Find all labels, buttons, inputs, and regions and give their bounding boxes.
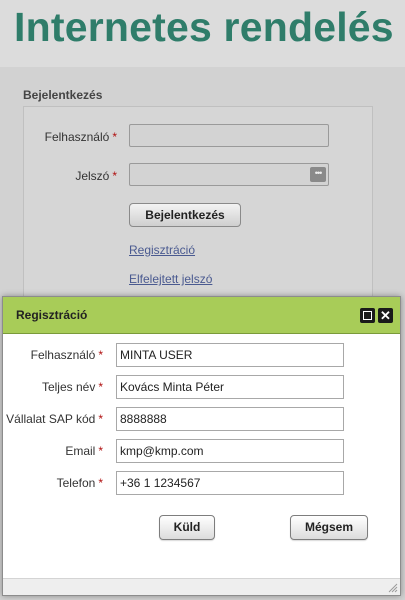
required-marker: * xyxy=(98,476,103,490)
sap-code-field[interactable]: 8888888 xyxy=(116,407,344,431)
site-title: Internetes rendelés xyxy=(14,4,394,50)
resize-grip-icon[interactable] xyxy=(388,583,398,593)
site-header: Internetes rendelés xyxy=(0,0,405,67)
password-label: Jelszó * xyxy=(75,169,117,183)
required-marker: * xyxy=(98,412,103,426)
field-label: Telefon * xyxy=(56,476,103,490)
field-label: Felhasználó * xyxy=(30,348,103,362)
register-link[interactable]: Regisztráció xyxy=(129,243,195,257)
username-label: Felhasználó * xyxy=(44,130,117,144)
email-field[interactable]: kmp@kmp.com xyxy=(116,439,344,463)
field-label: Vállalat SAP kód * xyxy=(6,412,103,426)
required-marker: * xyxy=(98,444,103,458)
forgot-password-link[interactable]: Elfelejtett jelszó xyxy=(129,272,212,286)
field-label: Email * xyxy=(65,444,103,458)
cancel-button[interactable]: Mégsem xyxy=(290,515,368,540)
username-field[interactable]: MINTA USER xyxy=(116,343,344,367)
key-dots-icon[interactable]: ••• xyxy=(310,167,326,182)
login-button[interactable]: Bejelentkezés xyxy=(129,203,241,227)
password-input[interactable]: ••• xyxy=(129,163,329,186)
field-label: Teljes név * xyxy=(41,380,103,394)
required-marker: * xyxy=(112,130,117,144)
login-section-title: Bejelentkezés xyxy=(23,88,103,102)
maximize-icon[interactable] xyxy=(360,308,375,323)
required-marker: * xyxy=(98,380,103,394)
registration-dialog: Regisztráció ✕ Felhasználó * MINTA USER T… xyxy=(2,296,401,596)
dialog-statusbar xyxy=(3,578,400,595)
username-input[interactable] xyxy=(129,124,329,147)
close-icon[interactable]: ✕ xyxy=(378,308,393,323)
fullname-field[interactable]: Kovács Minta Péter xyxy=(116,375,344,399)
required-marker: * xyxy=(98,348,103,362)
dialog-title: Regisztráció xyxy=(16,308,88,322)
phone-field[interactable]: +36 1 1234567 xyxy=(116,471,344,495)
send-button[interactable]: Küld xyxy=(159,515,215,540)
required-marker: * xyxy=(112,169,117,183)
dialog-titlebar[interactable]: Regisztráció ✕ xyxy=(3,297,400,334)
